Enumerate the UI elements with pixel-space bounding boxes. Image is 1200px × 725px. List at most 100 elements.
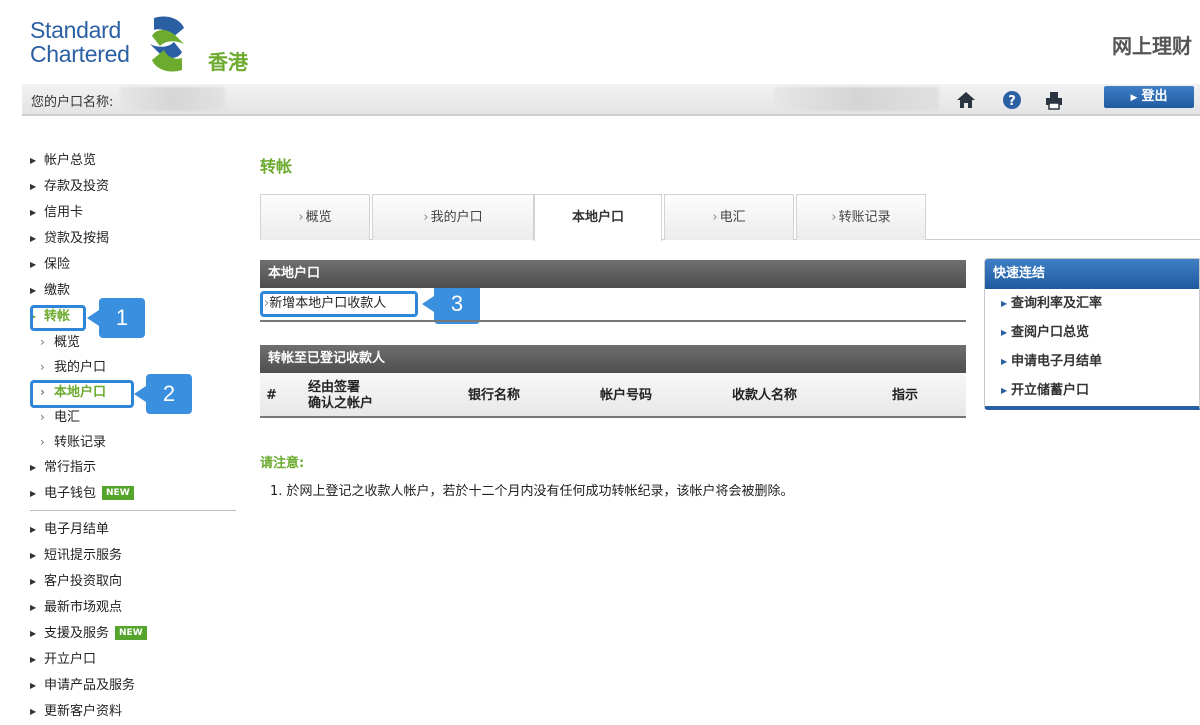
new-badge: NEW — [102, 486, 134, 500]
sidebar-item-loans[interactable]: ▶ 贷款及按揭 — [30, 226, 236, 252]
sidebar-subitem-my-accounts[interactable]: › 我的户口 — [30, 355, 236, 380]
arrow-right-icon: ▶ — [30, 707, 37, 716]
note-text: 1. 於网上登记之收款人帐户，若於十二个月内没有任何成功转帐纪录，该帐户将会被删… — [270, 484, 794, 499]
link-label: 新增本地户口收款人 — [269, 296, 387, 311]
callout-1: 1 — [87, 298, 145, 338]
col-payee-name: 收款人名称 — [732, 387, 798, 403]
tab-label: 概览 — [305, 210, 332, 225]
tab-telegraphic-transfer[interactable]: › 电汇 — [664, 194, 794, 240]
quick-link-account-overview[interactable]: ▶ 查阅户口总览 — [985, 318, 1199, 347]
col-signed-account: 经由签署 确认之帐户 — [308, 379, 374, 411]
sidebar-item-account-overview[interactable]: ▶ 帐户总览 — [30, 148, 236, 174]
brand-name: Standard Chartered — [30, 18, 130, 66]
col-bank-name: 银行名称 — [468, 387, 521, 403]
print-icon[interactable] — [1044, 90, 1064, 110]
sidebar-item-e-wallet[interactable]: ▶ 电子钱包 NEW — [30, 481, 236, 507]
tab-overview[interactable]: › 概览 — [260, 194, 370, 240]
arrow-right-icon: ▶ — [30, 525, 37, 534]
arrow-right-icon: ▶ — [1001, 328, 1008, 337]
arrow-right-icon: ▶ — [30, 551, 37, 560]
sidebar-item-apply-products[interactable]: ▶ 申请产品及服务 — [30, 673, 236, 699]
nav-label: 转帐 — [44, 309, 71, 324]
brand-line1: Standard — [30, 17, 121, 43]
col-instruction: 指示 — [892, 387, 919, 403]
arrow-right-icon: ▶ — [30, 286, 37, 295]
arrow-right-icon: ▶ — [1001, 299, 1008, 308]
sidebar-subitem-transfer-history[interactable]: › 转账记录 — [30, 430, 236, 455]
brand-line2: Chartered — [30, 41, 130, 67]
chevron-right-icon: › — [298, 210, 304, 225]
link-label: 申请电子月结单 — [1011, 354, 1103, 369]
logout-button[interactable]: ▶ 登出 — [1104, 86, 1194, 108]
help-icon[interactable]: ? — [1002, 90, 1022, 110]
brand-region: 香港 — [208, 50, 248, 74]
sidebar-subitem-local-accounts[interactable]: › 本地户口 — [30, 380, 236, 405]
svg-text:?: ? — [1008, 94, 1016, 109]
nav-label: 客户投资取向 — [44, 574, 123, 589]
tab-bar: › 概览 › 我的户口 本地户口 › 电汇 › 转账记录 — [260, 194, 1200, 241]
nav-label: 存款及投资 — [44, 179, 110, 194]
col-account-number: 帐户号码 — [600, 387, 653, 403]
new-badge: NEW — [115, 626, 147, 640]
quick-link-open-savings[interactable]: ▶ 开立储蓄户口 — [985, 376, 1199, 405]
payees-table-header: # 经由签署 确认之帐户 银行名称 帐户号码 收款人名称 指示 — [260, 373, 966, 418]
arrow-right-icon: ▶ — [30, 463, 37, 472]
callout-2: 2 — [134, 374, 192, 414]
quick-links-title: 快速连结 — [985, 259, 1199, 289]
arrow-right-icon: ▶ — [30, 156, 37, 165]
home-icon[interactable] — [956, 90, 976, 110]
sidebar-item-sms-alerts[interactable]: ▶ 短讯提示服务 — [30, 543, 236, 569]
nav-label: 保险 — [44, 257, 71, 272]
arrow-right-icon: ▶ — [30, 603, 37, 612]
sidebar-item-market-views[interactable]: ▶ 最新市场观点 — [30, 595, 236, 621]
quick-links-panel: 快速连结 ▶ 查询利率及汇率 ▶ 查阅户口总览 ▶ 申请电子月结单 ▶ 开立储蓄户口 — [984, 258, 1200, 410]
nav-label: 更新客户资料 — [44, 704, 123, 719]
chevron-right-icon: › — [40, 335, 45, 349]
nav-label: 电子月结单 — [44, 522, 110, 537]
sidebar-item-deposits[interactable]: ▶ 存款及投资 — [30, 174, 236, 200]
nav-label: 短讯提示服务 — [44, 548, 123, 563]
chevron-right-icon: › — [40, 360, 45, 374]
arrow-right-icon: ▶ — [30, 489, 37, 498]
chevron-right-icon: › — [712, 210, 718, 225]
tab-my-accounts[interactable]: › 我的户口 — [372, 194, 534, 240]
link-label: 开立储蓄户口 — [1011, 383, 1090, 398]
user-info-redacted — [774, 87, 939, 111]
quick-link-e-statement[interactable]: ▶ 申请电子月结单 — [985, 347, 1199, 376]
nav-label: 本地户口 — [54, 385, 107, 400]
sidebar-item-open-account[interactable]: ▶ 开立户口 — [30, 647, 236, 673]
chevron-right-icon: › — [423, 210, 429, 225]
quick-link-rates[interactable]: ▶ 查询利率及汇率 — [985, 289, 1199, 318]
chevron-right-icon: › — [831, 210, 837, 225]
nav-label: 我的户口 — [54, 360, 107, 375]
arrow-right-icon: ▶ — [30, 260, 37, 269]
chevron-right-icon: › — [40, 410, 45, 424]
nav-label: 最新市场观点 — [44, 600, 123, 615]
tab-local-accounts[interactable]: 本地户口 — [534, 194, 662, 241]
sidebar-subitem-telegraphic-transfer[interactable]: › 电汇 — [30, 405, 236, 430]
arrow-right-icon: ▶ — [30, 234, 37, 243]
sidebar-item-insurance[interactable]: ▶ 保险 — [30, 252, 236, 278]
sidebar-item-credit-card[interactable]: ▶ 信用卡 — [30, 200, 236, 226]
sidebar-item-support[interactable]: ▶ 支援及服务 NEW — [30, 621, 236, 647]
sidebar-item-e-statement[interactable]: ▶ 电子月结单 — [30, 517, 236, 543]
arrow-right-icon: ▶ — [30, 629, 37, 638]
top-bar: 您的户口名称: ? ▶ 登出 — [22, 84, 1200, 116]
sidebar-item-standing-instructions[interactable]: ▶ 常行指示 — [30, 455, 236, 481]
nav-label: 开立户口 — [44, 652, 97, 667]
tab-transfer-history[interactable]: › 转账记录 — [796, 194, 926, 240]
link-label: 查阅户口总览 — [1011, 325, 1090, 340]
brand-logo: Standard Chartered 香港 — [30, 16, 270, 78]
logout-label: 登出 — [1141, 89, 1168, 104]
nav-label: 帐户总览 — [44, 153, 97, 168]
tab-label: 我的户口 — [430, 210, 483, 225]
sidebar-item-investment-profile[interactable]: ▶ 客户投资取向 — [30, 569, 236, 595]
sidebar-divider — [30, 510, 236, 511]
add-local-payee-link[interactable]: ›新增本地户口收款人 — [264, 292, 386, 311]
arrow-right-icon: ▶ — [30, 577, 37, 586]
sidebar-item-update-details[interactable]: ▶ 更新客户资料 — [30, 699, 236, 725]
nav-label: 电子钱包 — [44, 486, 97, 501]
account-name-label: 您的户口名称: — [31, 95, 114, 110]
chevron-right-icon: › — [40, 385, 45, 399]
note-title: 请注意: — [260, 456, 305, 471]
